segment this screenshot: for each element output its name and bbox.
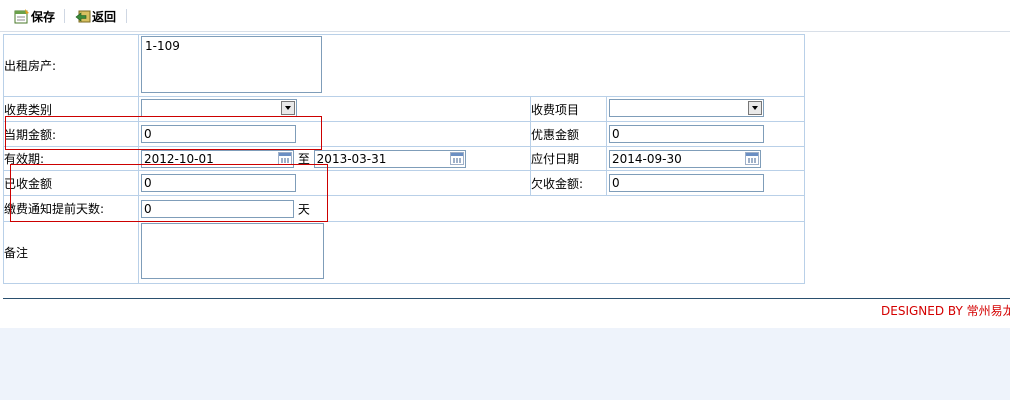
fee-category-label: 收费类别 xyxy=(3,96,139,122)
property-label: 出租房产: xyxy=(3,34,139,97)
discount-cell: 0 xyxy=(605,121,806,147)
current-amount-label: 当期金额: xyxy=(3,121,139,147)
discount-label: 优惠金额 xyxy=(530,121,607,147)
property-cell: 1-109 xyxy=(137,34,806,97)
due-date-input[interactable]: 2014-09-30 xyxy=(609,149,761,168)
save-label: 保存 xyxy=(31,9,56,24)
page: 保存 返回 出租房产: 1-109 收费类别 收费项目 当期金额: 0 优惠金额… xyxy=(0,0,1010,400)
fee-item-cell xyxy=(605,96,806,122)
valid-period-cell: 2012-10-01 至 2013-03-31 xyxy=(138,146,531,171)
valid-to-input[interactable]: 2013-03-31 xyxy=(313,149,466,168)
property-field[interactable]: 1-109 xyxy=(141,35,322,93)
fee-category-cell xyxy=(138,96,531,122)
toolbar-separator xyxy=(126,9,127,23)
back-button[interactable]: 返回 xyxy=(75,7,116,25)
toolbar-separator xyxy=(64,9,65,23)
fee-category-select[interactable] xyxy=(141,98,297,117)
notice-days-label: 缴费通知提前天数: xyxy=(3,195,139,222)
valid-from-picker[interactable]: 2012-10-01 xyxy=(141,149,294,168)
received-label: 已收金额 xyxy=(3,170,139,196)
received-cell: 0 xyxy=(138,170,531,196)
chevron-down-icon[interactable] xyxy=(748,100,762,115)
calendar-icon[interactable] xyxy=(449,151,464,165)
save-icon xyxy=(14,8,30,24)
days-unit: 天 xyxy=(297,202,310,216)
lease-fee-form: 出租房产: 1-109 收费类别 收费项目 当期金额: 0 优惠金额 0 有效期… xyxy=(3,34,806,284)
remark-cell xyxy=(137,221,806,284)
to-label: 至 xyxy=(297,151,310,166)
valid-from-input[interactable]: 2012-10-01 xyxy=(141,149,294,168)
designed-by-text: DESIGNED BY 常州易龙 xyxy=(881,304,1010,318)
calendar-icon[interactable] xyxy=(745,151,759,165)
back-icon xyxy=(75,8,91,24)
owed-cell: 0 xyxy=(605,170,806,196)
form-area: 出租房产: 1-109 收费类别 收费项目 当期金额: 0 优惠金额 0 有效期… xyxy=(0,32,1010,328)
notice-days-input[interactable]: 0 xyxy=(141,199,294,218)
owed-input[interactable]: 0 xyxy=(609,174,764,192)
due-date-cell: 2014-09-30 xyxy=(605,146,806,171)
fee-item-select[interactable] xyxy=(609,98,764,117)
current-amount-cell: 0 xyxy=(138,121,531,147)
discount-input[interactable]: 0 xyxy=(609,125,764,143)
due-date-picker[interactable]: 2014-09-30 xyxy=(609,149,761,168)
remark-field[interactable] xyxy=(141,223,324,279)
fee-item-label: 收费项目 xyxy=(530,96,607,122)
back-label: 返回 xyxy=(92,9,117,24)
footer-divider xyxy=(3,298,1010,299)
owed-label: 欠收金额: xyxy=(530,170,607,196)
calendar-icon[interactable] xyxy=(278,151,292,165)
current-amount-input[interactable]: 0 xyxy=(141,125,296,143)
notice-days-cell: 0 天 xyxy=(137,195,806,222)
valid-period-label: 有效期: xyxy=(3,146,139,171)
save-button[interactable]: 保存 xyxy=(14,7,55,25)
due-date-label: 应付日期 xyxy=(530,146,607,171)
received-input[interactable]: 0 xyxy=(141,174,296,192)
remark-label: 备注 xyxy=(3,221,139,284)
chevron-down-icon[interactable] xyxy=(281,100,295,115)
toolbar: 保存 返回 xyxy=(0,0,1010,32)
valid-to-picker[interactable]: 2013-03-31 xyxy=(313,149,466,168)
